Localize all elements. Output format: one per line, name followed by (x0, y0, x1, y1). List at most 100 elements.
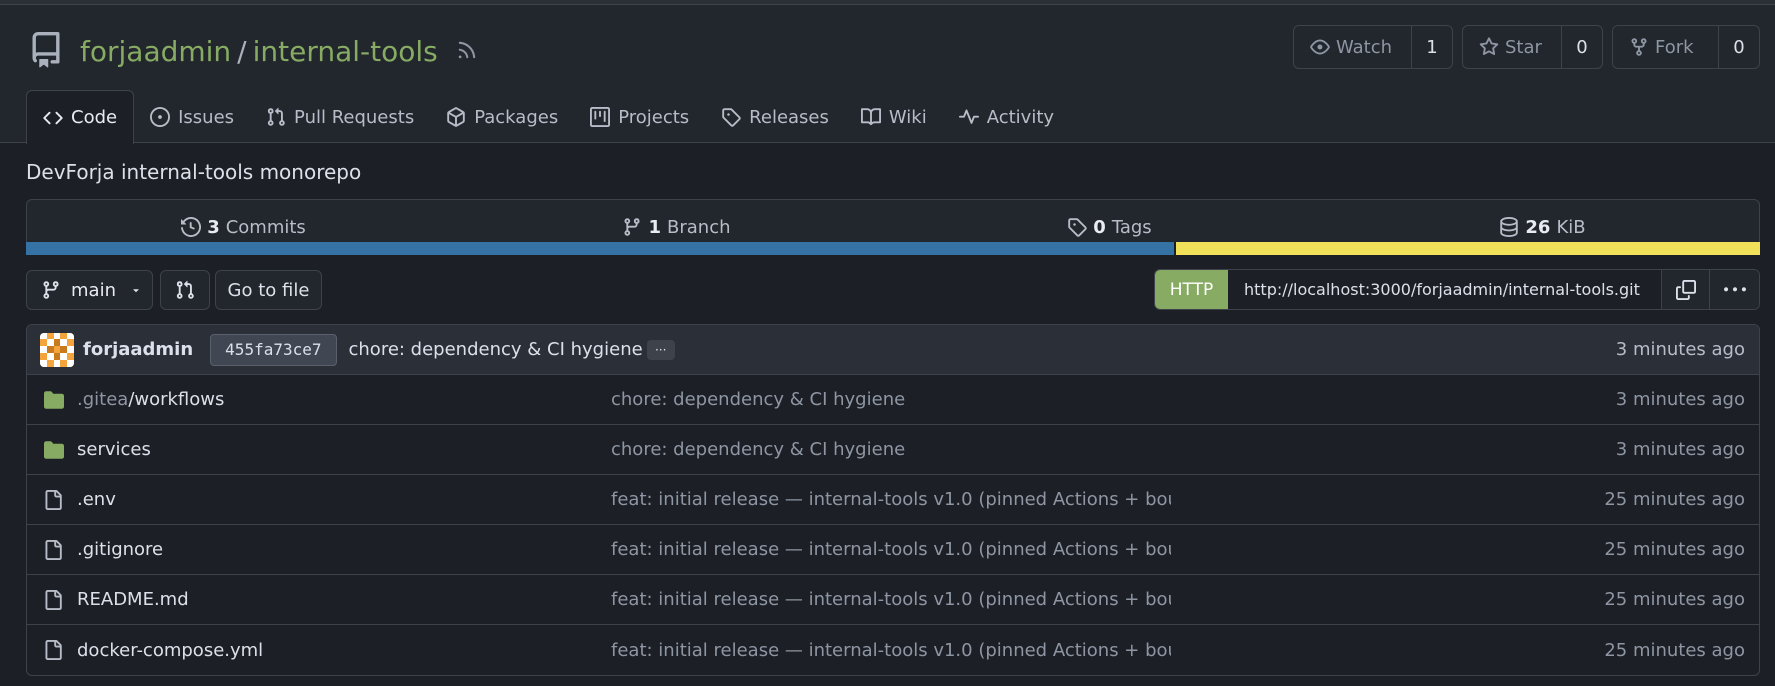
table-row[interactable]: .env feat: initial release — internal-to… (27, 475, 1759, 525)
clone-url-input[interactable]: http://localhost:3000/forjaadmin/interna… (1228, 270, 1661, 309)
file-commit-message[interactable]: feat: initial release — internal-tools v… (611, 539, 1171, 560)
repo-icon (28, 29, 68, 73)
tab-issues[interactable]: Issues (134, 90, 250, 144)
folder-icon (43, 390, 65, 410)
folder-icon (43, 440, 65, 460)
repo-owner-link[interactable]: forjaadmin (80, 35, 231, 68)
repo-name-link[interactable]: internal-tools (253, 35, 438, 68)
language-segment-javascript[interactable] (1173, 242, 1760, 255)
commit-sha-button[interactable]: 455fa73ce7 (210, 333, 337, 366)
file-commit-message[interactable]: feat: initial release — internal-tools v… (611, 489, 1171, 510)
latest-commit-row: forjaadmin 455fa73ce7 chore: dependency … (27, 325, 1759, 375)
kebab-horizontal-icon (1723, 286, 1746, 291)
star-icon (1479, 37, 1499, 56)
file-commit-message[interactable]: chore: dependency & CI hygiene (611, 439, 1171, 460)
file-name-link[interactable]: docker-compose.yml (77, 640, 263, 661)
fork-button[interactable]: Fork 0 (1612, 25, 1760, 69)
tab-wiki-label: Wiki (888, 106, 927, 128)
caret-down-icon (133, 289, 139, 293)
rss-icon[interactable] (456, 39, 480, 63)
language-segment-python[interactable] (26, 242, 1174, 255)
watch-label: Watch (1336, 36, 1393, 58)
file-commit-message[interactable]: chore: dependency & CI hygiene (611, 389, 1171, 410)
fork-label-wrap[interactable]: Fork (1613, 26, 1719, 68)
fork-label: Fork (1655, 36, 1694, 58)
table-row[interactable]: docker-compose.yml feat: initial release… (27, 625, 1759, 675)
avatar[interactable] (40, 332, 74, 367)
file-name-link[interactable]: README.md (77, 589, 189, 610)
tags-count: 0 (1093, 216, 1106, 238)
star-label-wrap[interactable]: Star (1463, 26, 1562, 68)
tab-pull-requests-label: Pull Requests (294, 106, 415, 128)
branches-label: Branch (667, 216, 731, 238)
tab-projects-label: Projects (618, 106, 690, 128)
copy-url-button[interactable] (1661, 270, 1709, 309)
repo-title: forjaadmin / internal-tools (28, 29, 480, 73)
tab-code-label: Code (71, 107, 118, 128)
tab-packages-label: Packages (474, 106, 559, 128)
file-name-link[interactable]: .gitignore (77, 539, 163, 560)
file-name-prefix[interactable]: .gitea (77, 389, 128, 410)
table-row[interactable]: services chore: dependency & CI hygiene … (27, 425, 1759, 475)
table-row[interactable]: .gitignore feat: initial release — inter… (27, 525, 1759, 575)
file-name-link[interactable]: .env (77, 489, 116, 510)
tab-code[interactable]: Code (26, 90, 135, 144)
clone-panel: HTTP http://localhost:3000/forjaadmin/in… (1154, 269, 1760, 310)
file-commit-message[interactable]: feat: initial release — internal-tools v… (611, 589, 1171, 610)
watch-label-wrap[interactable]: Watch (1294, 26, 1412, 68)
branch-selector[interactable]: main (26, 270, 153, 310)
file-icon (43, 640, 63, 660)
language-bar[interactable] (26, 242, 1760, 255)
file-commit-time: 3 minutes ago (1615, 439, 1745, 460)
size-label: KiB (1556, 216, 1586, 238)
clone-protocol-button[interactable]: HTTP (1155, 270, 1228, 309)
repo-description: DevForja internal-tools monorepo (26, 160, 362, 184)
tab-releases[interactable]: Releases (705, 90, 845, 144)
tag-icon (1068, 218, 1088, 237)
file-commit-time: 25 minutes ago (1604, 589, 1745, 610)
branch-name: main (71, 279, 116, 301)
tags-label: Tags (1111, 216, 1152, 238)
tab-activity[interactable]: Activity (943, 90, 1070, 144)
table-row[interactable]: .gitea/workflows chore: dependency & CI … (27, 375, 1759, 425)
commit-expand-button[interactable]: ··· (646, 339, 675, 360)
file-name-link[interactable]: .gitea/workflows (77, 389, 224, 410)
branch-icon (43, 281, 59, 299)
repo-tabs: Code Issues Pull Requests Packages Proje… (26, 90, 1070, 144)
file-commit-time: 25 minutes ago (1604, 639, 1745, 661)
branches-count: 1 (648, 216, 662, 238)
tab-pull-requests[interactable]: Pull Requests (250, 90, 430, 144)
package-icon (447, 107, 465, 127)
file-table: forjaadmin 455fa73ce7 chore: dependency … (26, 324, 1760, 676)
pulse-icon (958, 109, 979, 124)
table-row[interactable]: README.md feat: initial release — intern… (27, 575, 1759, 625)
tab-projects[interactable]: Projects (574, 90, 705, 144)
fork-count[interactable]: 0 (1719, 26, 1759, 68)
compare-button[interactable] (160, 270, 210, 310)
more-options-button[interactable] (1709, 270, 1759, 309)
tab-releases-label: Releases (749, 106, 829, 128)
code-icon (43, 111, 63, 124)
tag-icon (722, 108, 741, 127)
file-name-link[interactable]: services (77, 439, 151, 460)
copy-icon (1675, 279, 1696, 300)
pull-request-icon (267, 107, 285, 126)
repo-separator: / (237, 34, 247, 68)
file-commit-message[interactable]: feat: initial release — internal-tools v… (611, 640, 1171, 661)
file-name-rest[interactable]: /workflows (128, 389, 224, 410)
star-count[interactable]: 0 (1562, 26, 1602, 68)
commits-count: 3 (207, 216, 220, 238)
watch-button[interactable]: Watch 1 (1293, 25, 1453, 69)
watch-count[interactable]: 1 (1412, 26, 1452, 68)
tab-packages[interactable]: Packages (430, 90, 574, 144)
go-to-file-button[interactable]: Go to file (215, 270, 322, 310)
size-count: 26 (1525, 216, 1551, 238)
star-button[interactable]: Star 0 (1462, 25, 1603, 69)
file-commit-time: 25 minutes ago (1604, 489, 1745, 510)
commit-author-link[interactable]: forjaadmin (83, 339, 193, 360)
branch-icon (624, 218, 640, 236)
commit-message-link[interactable]: chore: dependency & CI hygiene (349, 339, 643, 360)
file-icon (43, 539, 63, 560)
tab-wiki[interactable]: Wiki (845, 90, 943, 144)
commit-time: 3 minutes ago (1615, 339, 1745, 360)
